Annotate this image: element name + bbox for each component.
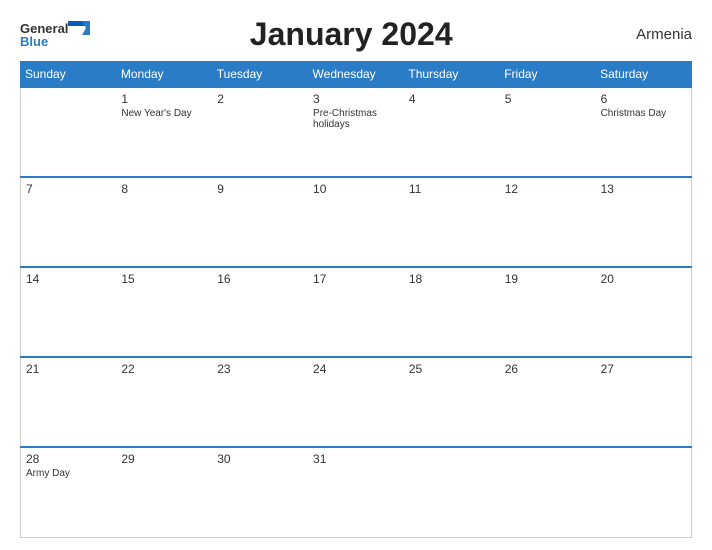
logo-blue-text: Blue: [20, 35, 90, 48]
day-number: 2: [217, 92, 303, 106]
col-friday: Friday: [500, 62, 596, 88]
calendar-day-cell: 10: [308, 177, 404, 267]
day-number: 25: [409, 362, 495, 376]
calendar-day-cell: 29: [116, 447, 212, 537]
day-number: 12: [505, 182, 591, 196]
day-number: 26: [505, 362, 591, 376]
calendar-day-cell: 12: [500, 177, 596, 267]
day-number: 7: [26, 182, 111, 196]
calendar-day-cell: 30: [212, 447, 308, 537]
calendar-day-cell: [596, 447, 692, 537]
days-of-week-row: Sunday Monday Tuesday Wednesday Thursday…: [21, 62, 692, 88]
calendar-day-cell: 16: [212, 267, 308, 357]
calendar-body: 1 New Year's Day 23 Pre-Christmas holidays 4…: [21, 87, 692, 538]
calendar-day-cell: 20: [596, 267, 692, 357]
calendar-week-row: 21 22 23 24 25 26 27: [21, 357, 692, 447]
calendar-day-cell: 3 Pre-Christmas holidays: [308, 87, 404, 177]
day-number: 21: [26, 362, 111, 376]
col-tuesday: Tuesday: [212, 62, 308, 88]
day-number: 22: [121, 362, 207, 376]
calendar-day-cell: 28 Army Day: [21, 447, 117, 537]
day-number: 20: [601, 272, 686, 286]
day-number: 19: [505, 272, 591, 286]
header: General Blue January 2024 Armenia: [20, 16, 692, 53]
calendar-day-cell: 24: [308, 357, 404, 447]
day-number: 8: [121, 182, 207, 196]
calendar-day-cell: 27: [596, 357, 692, 447]
calendar-day-cell: 21: [21, 357, 117, 447]
day-number: 14: [26, 272, 111, 286]
calendar-day-cell: [21, 87, 117, 177]
day-number: 23: [217, 362, 303, 376]
day-number: 31: [313, 452, 399, 466]
day-number: 29: [121, 452, 207, 466]
calendar-header: Sunday Monday Tuesday Wednesday Thursday…: [21, 62, 692, 88]
calendar-day-cell: 19: [500, 267, 596, 357]
day-number: 16: [217, 272, 303, 286]
day-number: 15: [121, 272, 207, 286]
day-number: 11: [409, 182, 495, 196]
calendar-day-cell: 6 Christmas Day: [596, 87, 692, 177]
calendar-day-cell: [500, 447, 596, 537]
calendar-table: Sunday Monday Tuesday Wednesday Thursday…: [20, 61, 692, 538]
col-wednesday: Wednesday: [308, 62, 404, 88]
day-number: 28: [26, 452, 111, 466]
holiday-label: New Year's Day: [121, 108, 207, 119]
logo-flag-icon: [68, 21, 90, 35]
calendar-day-cell: 2: [212, 87, 308, 177]
calendar-day-cell: 5: [500, 87, 596, 177]
calendar-day-cell: 15: [116, 267, 212, 357]
calendar-title: January 2024: [90, 16, 612, 53]
day-number: 5: [505, 92, 591, 106]
logo: General Blue: [20, 21, 90, 48]
calendar-week-row: 14 15 16 17 18 19 20: [21, 267, 692, 357]
col-monday: Monday: [116, 62, 212, 88]
holiday-label: Army Day: [26, 468, 111, 479]
col-sunday: Sunday: [21, 62, 117, 88]
calendar-day-cell: 25: [404, 357, 500, 447]
day-number: 27: [601, 362, 686, 376]
calendar-day-cell: 14: [21, 267, 117, 357]
day-number: 10: [313, 182, 399, 196]
calendar-day-cell: 1 New Year's Day: [116, 87, 212, 177]
calendar-day-cell: 17: [308, 267, 404, 357]
calendar-day-cell: 9: [212, 177, 308, 267]
calendar-day-cell: 7: [21, 177, 117, 267]
calendar-day-cell: 13: [596, 177, 692, 267]
day-number: 9: [217, 182, 303, 196]
col-saturday: Saturday: [596, 62, 692, 88]
calendar-week-row: 28 Army Day 29 30 31: [21, 447, 692, 537]
day-number: 17: [313, 272, 399, 286]
page: General Blue January 2024 Armenia Sunday…: [0, 0, 712, 550]
day-number: 6: [601, 92, 686, 106]
holiday-label: Pre-Christmas holidays: [313, 108, 399, 130]
day-number: 1: [121, 92, 207, 106]
calendar-day-cell: 18: [404, 267, 500, 357]
day-number: 18: [409, 272, 495, 286]
calendar-day-cell: 4: [404, 87, 500, 177]
day-number: 13: [601, 182, 686, 196]
calendar-day-cell: 31: [308, 447, 404, 537]
calendar-day-cell: [404, 447, 500, 537]
day-number: 3: [313, 92, 399, 106]
col-thursday: Thursday: [404, 62, 500, 88]
calendar-day-cell: 8: [116, 177, 212, 267]
calendar-week-row: 1 New Year's Day 23 Pre-Christmas holidays 4…: [21, 87, 692, 177]
day-number: 30: [217, 452, 303, 466]
country-label: Armenia: [612, 26, 692, 43]
calendar-day-cell: 26: [500, 357, 596, 447]
calendar-day-cell: 23: [212, 357, 308, 447]
calendar-day-cell: 22: [116, 357, 212, 447]
day-number: 24: [313, 362, 399, 376]
calendar-day-cell: 11: [404, 177, 500, 267]
logo-general-text: General: [20, 22, 68, 35]
calendar-week-row: 789 10 11 12 13: [21, 177, 692, 267]
day-number: 4: [409, 92, 495, 106]
holiday-label: Christmas Day: [601, 108, 686, 119]
